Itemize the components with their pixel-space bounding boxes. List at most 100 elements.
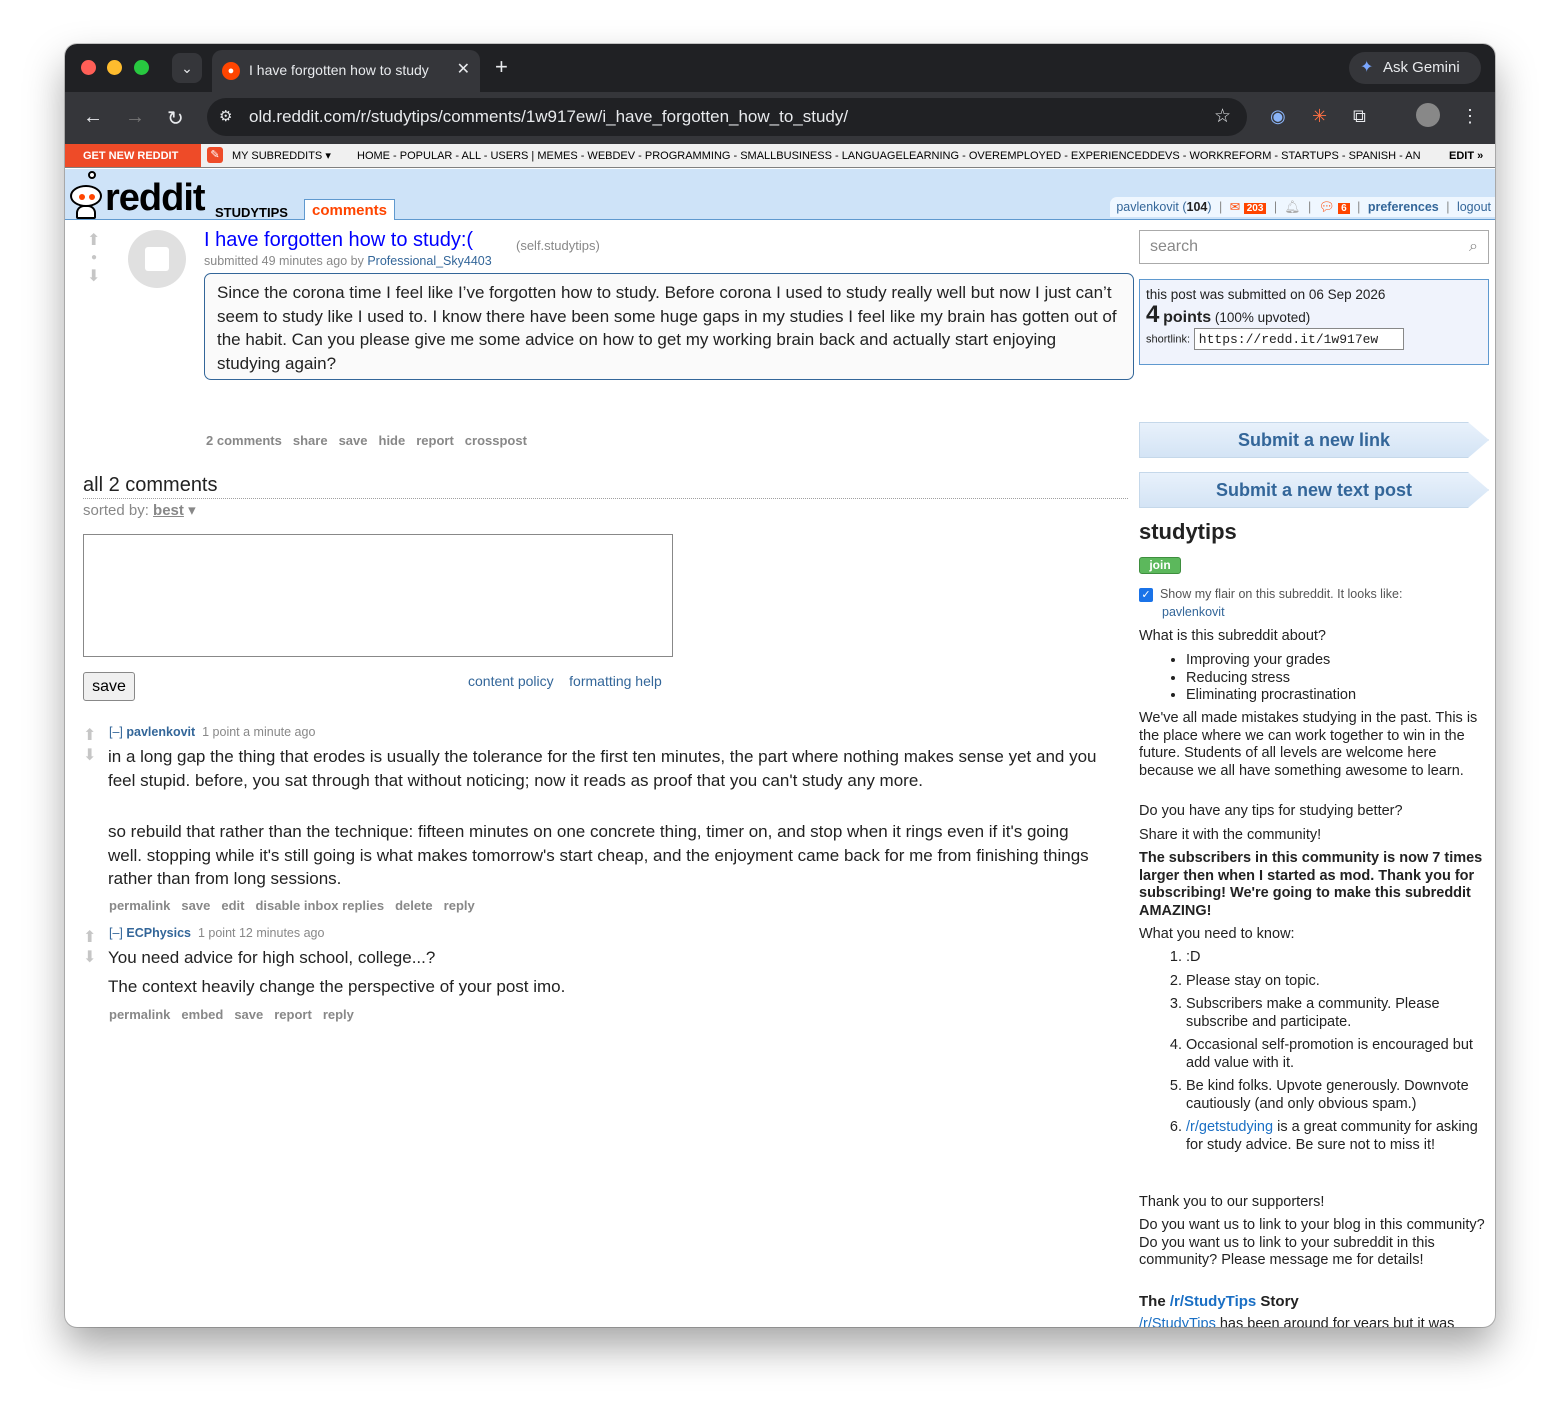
thanks-text: Thank you to our supporters! (1139, 1194, 1325, 1210)
embed-button[interactable]: embed (181, 1007, 223, 1022)
shortlink-input[interactable]: https://redd.it/1w917ew (1193, 328, 1404, 350)
claude-extension-icon[interactable]: ✳ (1312, 106, 1327, 127)
save-post-button[interactable]: save (339, 433, 368, 448)
collapse-toggle[interactable]: [–] (109, 926, 123, 940)
chrome-menu-icon[interactable]: ⋮ (1461, 106, 1479, 127)
notification-bell-icon[interactable]: 🔔︎ (1285, 200, 1301, 214)
sort-chevron-icon[interactable]: ▾ (188, 502, 196, 519)
close-tab-icon[interactable]: ✕ (457, 59, 470, 79)
reddit-wordmark[interactable]: reddit (105, 177, 206, 220)
share-button[interactable]: share (293, 433, 328, 448)
flair-toggle: ✓ Show my flair on this subreddit. It lo… (1139, 586, 1489, 621)
post-downvote-arrow-icon[interactable]: ⬇ (87, 266, 100, 286)
disable-inbox-replies-button[interactable]: disable inbox replies (255, 898, 384, 913)
getstudying-link[interactable]: /r/getstudying (1186, 1119, 1273, 1135)
submit-link-button[interactable]: Submit a new link (1139, 422, 1489, 458)
address-bar[interactable]: ⚙ old.reddit.com/r/studytips/comments/1w… (207, 98, 1247, 136)
comment-body: in a long gap the thing that erodes is u… (108, 747, 1097, 790)
studytips-link[interactable]: /r/StudyTips (1170, 1293, 1256, 1310)
reddit-header: reddit STUDYTIPS comments pavlenkovit (1… (65, 169, 1495, 220)
browser-tab[interactable]: ● I have forgotten how to study ✕ (212, 50, 480, 92)
edit-button[interactable]: edit (221, 898, 244, 913)
subscribers-note: The subscribers in this community is now… (1139, 850, 1483, 919)
gemini-sparkle-icon: ✦ (1360, 59, 1374, 76)
subreddit-links[interactable]: HOME - POPULAR - ALL - USERS | MEMES - W… (357, 144, 1432, 167)
reply-button[interactable]: reply (444, 898, 475, 913)
join-button[interactable]: join (1139, 557, 1181, 574)
comment-body: The context heavily change the perspecti… (108, 977, 566, 996)
submit-text-button[interactable]: Submit a new text post (1139, 472, 1489, 508)
save-button[interactable]: save (234, 1007, 263, 1022)
extensions-puzzle-icon[interactable]: ⧉ (1353, 106, 1366, 127)
tab-comments[interactable]: comments (304, 199, 396, 220)
maximize-window-button[interactable] (134, 60, 149, 75)
self-post-thumbnail[interactable] (128, 230, 186, 288)
minimize-window-button[interactable] (107, 60, 122, 75)
mail-count-badge[interactable]: 203 (1243, 203, 1267, 214)
reply-button[interactable]: reply (323, 1007, 354, 1022)
delete-button[interactable]: delete (395, 898, 433, 913)
content-policy-link[interactable]: content policy (468, 673, 554, 689)
site-info-icon[interactable]: ⚙ (219, 107, 232, 125)
ask-gemini-button[interactable]: ✦ Ask Gemini (1349, 52, 1481, 84)
forward-arrow-icon[interactable]: → (125, 106, 145, 129)
sort-dropdown[interactable]: best (153, 502, 184, 519)
tab-search-chevron-icon[interactable]: ⌄ (172, 53, 202, 83)
get-new-reddit-link[interactable]: GET NEW REDDIT (65, 144, 201, 167)
comment-upvote-arrow-icon[interactable]: ⬆ (83, 927, 96, 947)
comments-link[interactable]: 2 comments (206, 433, 282, 448)
permalink-button[interactable]: permalink (109, 1007, 170, 1022)
studytips-link[interactable]: /r/StudyTips (1139, 1316, 1216, 1327)
flair-checkbox[interactable]: ✓ (1139, 587, 1153, 602)
post-author-link[interactable]: Professional_Sky4403 (367, 254, 491, 268)
snoo-logo-icon[interactable] (68, 171, 104, 219)
close-window-button[interactable] (81, 60, 96, 75)
profile-avatar[interactable] (1416, 103, 1440, 127)
subreddit-title[interactable]: studytips (1139, 521, 1237, 542)
toggle-redesign-icon[interactable]: ✎ (207, 147, 223, 163)
username-link[interactable]: pavlenkovit (1116, 200, 1179, 214)
logout-link[interactable]: logout (1457, 200, 1491, 214)
search-input[interactable]: search ⌕ (1139, 230, 1489, 264)
rule-item: Be kind folks. Upvote generously. Downvo… (1186, 1078, 1489, 1113)
new-tab-plus-icon[interactable]: + (495, 54, 508, 80)
post-domain[interactable]: (self.studytips) (516, 238, 600, 253)
user-bar: pavlenkovit (104) | ✉ 203 | 🔔︎ | 💬︎ 6 | … (1110, 197, 1495, 217)
comment-upvote-arrow-icon[interactable]: ⬆ (83, 725, 96, 745)
browser-toolbar: ← → ↻ ⚙ old.reddit.com/r/studytips/comme… (65, 92, 1495, 144)
preferences-link[interactable]: preferences (1368, 200, 1439, 214)
story-post: Story (1256, 1293, 1299, 1310)
report-button[interactable]: report (416, 433, 454, 448)
save-comment-button[interactable]: save (83, 672, 135, 701)
comments-divider (83, 498, 1128, 499)
subreddit-pagename[interactable]: STUDYTIPS (215, 205, 288, 220)
back-arrow-icon[interactable]: ← (83, 106, 103, 129)
edit-subreddits-link[interactable]: EDIT » (1445, 144, 1495, 167)
hide-button[interactable]: hide (379, 433, 406, 448)
comment-author-link[interactable]: pavlenkovit (126, 725, 195, 739)
post-selftext: Since the corona time I feel like I’ve f… (204, 273, 1134, 380)
bookmark-star-icon[interactable]: ☆ (1214, 105, 1231, 128)
comment-downvote-arrow-icon[interactable]: ⬇ (83, 745, 96, 765)
collapse-toggle[interactable]: [–] (109, 725, 123, 739)
formatting-help-link[interactable]: formatting help (569, 673, 662, 689)
mail-icon[interactable]: ✉ (1230, 200, 1240, 214)
save-button[interactable]: save (181, 898, 210, 913)
rule-item: Please stay on topic. (1186, 973, 1489, 991)
comment-downvote-arrow-icon[interactable]: ⬇ (83, 947, 96, 967)
my-subreddits-dropdown[interactable]: MY SUBREDDITS ▾ (232, 144, 331, 167)
post-title[interactable]: I have forgotten how to study:( (204, 229, 473, 252)
reload-icon[interactable]: ↻ (167, 106, 184, 131)
flair-user: pavlenkovit (1162, 604, 1225, 619)
chat-icon[interactable]: 💬︎ (1319, 200, 1335, 214)
comment-author-link[interactable]: ECPhysics (126, 926, 191, 940)
permalink-button[interactable]: permalink (109, 898, 170, 913)
report-button[interactable]: report (274, 1007, 312, 1022)
extension-icon[interactable]: ◉ (1270, 106, 1286, 127)
url-text[interactable]: old.reddit.com/r/studytips/comments/1w91… (249, 107, 848, 127)
post-upvote-arrow-icon[interactable]: ⬆ (87, 230, 100, 250)
crosspost-button[interactable]: crosspost (465, 433, 527, 448)
search-icon[interactable]: ⌕ (1469, 238, 1478, 256)
comment-textarea[interactable] (83, 534, 673, 657)
chat-count-badge[interactable]: 6 (1338, 203, 1350, 214)
